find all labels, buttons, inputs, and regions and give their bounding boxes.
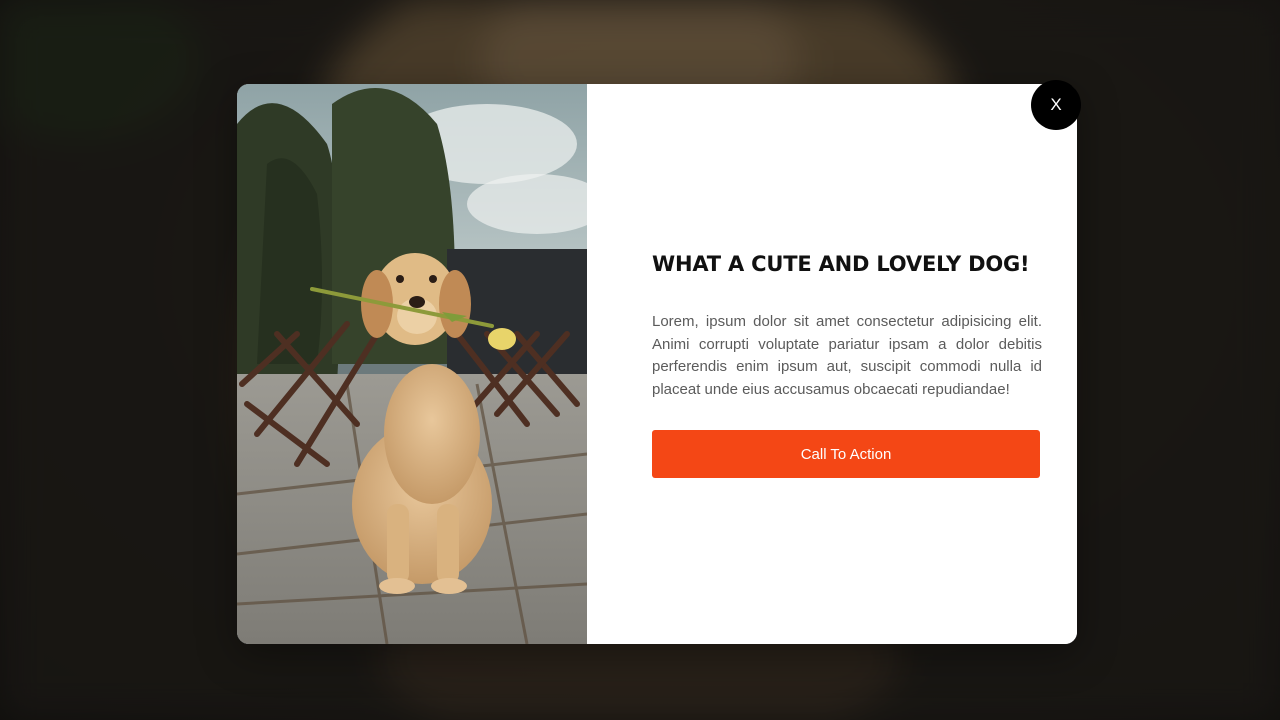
modal-content: WHAT A CUTE AND LOVELY DOG! Lorem, ipsum…	[587, 84, 1077, 644]
close-button[interactable]: X	[1031, 80, 1081, 130]
modal-popup: WHAT A CUTE AND LOVELY DOG! Lorem, ipsum…	[237, 80, 1081, 644]
modal-body: WHAT A CUTE AND LOVELY DOG! Lorem, ipsum…	[237, 84, 1077, 644]
modal-title: WHAT A CUTE AND LOVELY DOG!	[652, 252, 1030, 276]
modal-description: Lorem, ipsum dolor sit amet consectetur …	[652, 313, 1042, 398]
dog-photo	[237, 84, 587, 644]
call-to-action-button[interactable]: Call To Action	[652, 430, 1040, 478]
dog-photo-illustration	[237, 84, 587, 644]
